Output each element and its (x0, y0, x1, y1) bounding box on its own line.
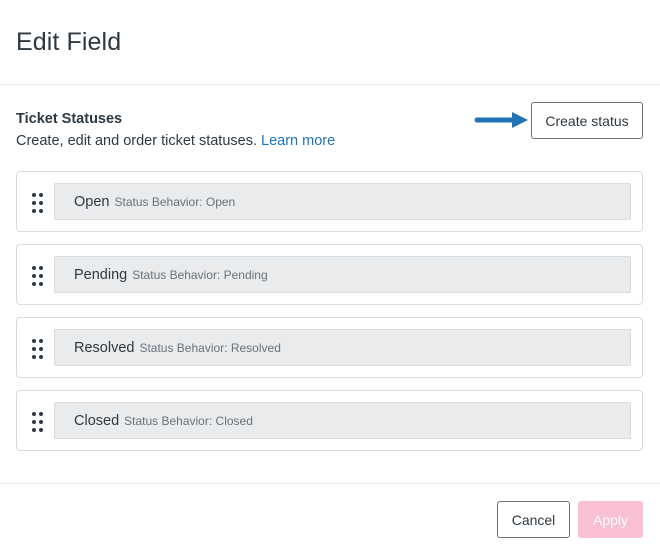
status-name: Closed (74, 412, 120, 429)
create-status-button[interactable]: Create status (531, 102, 643, 139)
status-behavior: Status Behavior: Open (114, 194, 236, 209)
status-name: Pending (74, 266, 128, 283)
status-item[interactable]: Closed Status Behavior: Closed (54, 402, 631, 439)
status-name: Resolved (74, 339, 135, 356)
status-behavior: Status Behavior: Closed (124, 413, 253, 428)
section-description-text: Create, edit and order ticket statuses. (16, 133, 257, 149)
drag-handle-icon[interactable] (31, 266, 45, 286)
arrow-right-icon (474, 112, 528, 128)
dialog-header: Edit Field (0, 0, 660, 85)
status-row: Closed Status Behavior: Closed (16, 390, 643, 451)
status-item[interactable]: Resolved Status Behavior: Resolved (54, 329, 631, 366)
learn-more-link[interactable]: Learn more (261, 133, 335, 149)
status-item[interactable]: Pending Status Behavior: Pending (54, 256, 631, 293)
drag-handle-icon[interactable] (31, 339, 45, 359)
status-behavior: Status Behavior: Resolved (139, 340, 281, 355)
status-item[interactable]: Open Status Behavior: Open (54, 183, 631, 220)
apply-button[interactable]: Apply (578, 501, 643, 538)
status-behavior: Status Behavior: Pending (132, 267, 268, 282)
status-list: Open Status Behavior: Open Pending Statu… (16, 171, 643, 463)
section-title: Ticket Statuses (16, 111, 123, 127)
drag-handle-icon[interactable] (31, 412, 45, 432)
section-description: Create, edit and order ticket statuses. … (16, 133, 335, 149)
cancel-button[interactable]: Cancel (497, 501, 570, 538)
status-row: Pending Status Behavior: Pending (16, 244, 643, 305)
dialog-title: Edit Field (16, 28, 122, 56)
footer-divider (0, 483, 660, 484)
status-name: Open (74, 193, 110, 210)
status-row: Resolved Status Behavior: Resolved (16, 317, 643, 378)
status-row: Open Status Behavior: Open (16, 171, 643, 232)
drag-handle-icon[interactable] (31, 193, 45, 213)
